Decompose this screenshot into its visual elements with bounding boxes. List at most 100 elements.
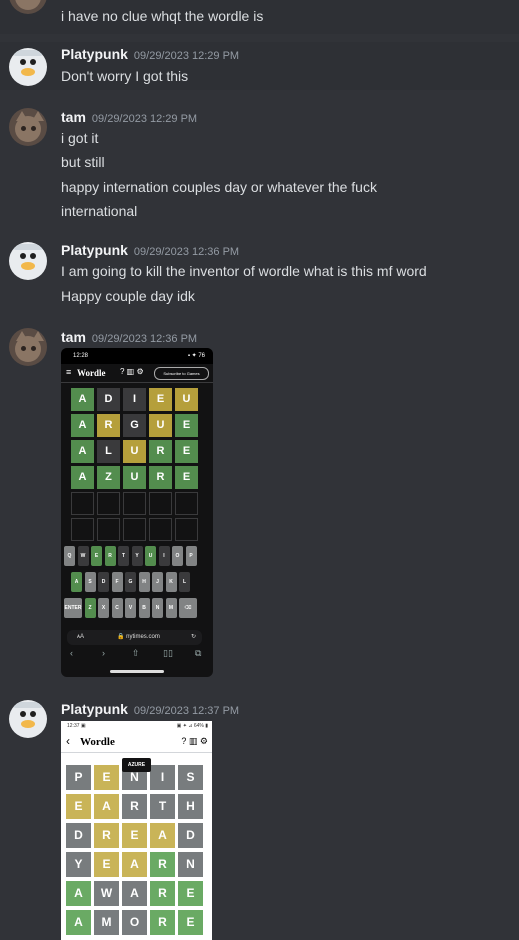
wordle-tile: W — [94, 881, 119, 906]
avatar[interactable] — [9, 328, 47, 366]
message: tam 09/29/2023 12:29 PM i got it but stil… — [0, 104, 519, 224]
wordle-tile: E — [175, 414, 198, 437]
forward-icon: › — [102, 648, 105, 658]
header-icons: ? ▥ ⚙ — [120, 367, 144, 376]
back-icon: ‹ — [70, 648, 73, 658]
keyboard-key: E — [91, 546, 102, 566]
keyboard-key: U — [145, 546, 156, 566]
wordle-tile: I — [123, 388, 146, 411]
wordle-tile: T — [150, 794, 175, 819]
keyboard-key: N — [152, 598, 163, 618]
keyboard-key: I — [158, 546, 170, 566]
wordle-tile: R — [149, 440, 172, 463]
keyboard-key: B — [138, 598, 150, 618]
keyboard-key: D — [98, 572, 109, 592]
keyboard-key: X — [98, 598, 109, 618]
wordle-tile: U — [149, 414, 172, 437]
timestamp: 09/29/2023 12:29 PM — [133, 50, 240, 62]
url-text: 🔒 nytimes.com — [117, 634, 160, 640]
wordle-tile: R — [150, 910, 175, 935]
text-size-icon: ᴀA — [77, 634, 84, 640]
keyboard-key: V — [125, 598, 136, 618]
wordle-tile: A — [71, 440, 94, 463]
wordle-tile — [123, 518, 146, 541]
wordle-tile: E — [122, 823, 147, 848]
message: Platypunk 09/29/2023 12:36 PM I am going … — [0, 238, 519, 310]
keyboard-key: W — [77, 546, 89, 566]
avatar[interactable] — [9, 108, 47, 146]
wordle-tile: D — [97, 388, 120, 411]
avatar[interactable] — [9, 242, 47, 280]
wordle-title: Wordle — [80, 736, 115, 748]
wordle-tile — [97, 492, 120, 515]
image-attachment-dark-wordle[interactable]: 12:28 ▪ ✦ 76 ≡ Wordle ? ▥ ⚙ Subscribe to… — [61, 348, 213, 677]
avatar[interactable] — [9, 700, 47, 738]
wordle-tile: L — [97, 440, 120, 463]
keyboard-key: P — [185, 546, 197, 566]
message: tam 09/29/2023 12:36 PM — [0, 324, 519, 366]
author-name[interactable]: Platypunk — [61, 46, 128, 62]
wordle-tile: U — [123, 440, 146, 463]
wordle-tile: A — [150, 823, 175, 848]
wordle-tile: A — [66, 881, 91, 906]
timestamp: 09/29/2023 12:36 PM — [91, 333, 198, 345]
image-attachment-light-wordle[interactable]: 12:37 ▣ ▣ ✦ ⊿ 64% ▮ ‹ Wordle ? ▥ ⚙ PENIS… — [61, 721, 212, 940]
wordle-tile: O — [122, 910, 147, 935]
wordle-tile: U — [175, 388, 198, 411]
reload-icon: ↻ — [190, 634, 196, 640]
keyboard-key: O — [172, 546, 183, 566]
wordle-tile — [71, 492, 94, 515]
wordle-tile: D — [178, 823, 203, 848]
share-icon: ⇧ — [132, 648, 140, 658]
wordle-tile: A — [66, 910, 91, 935]
wordle-tile — [149, 518, 172, 541]
wordle-tile: R — [150, 881, 175, 906]
avatar[interactable] — [9, 48, 47, 86]
wordle-tile: M — [94, 910, 119, 935]
wordle-tile: S — [178, 765, 203, 790]
wordle-tile: U — [123, 466, 146, 489]
wordle-header: ≡ Wordle ? ▥ ⚙ Subscribe to Games — [61, 364, 213, 383]
wordle-tile: R — [97, 414, 120, 437]
wordle-tile: A — [71, 414, 94, 437]
wordle-tile: H — [178, 794, 203, 819]
keyboard-key: R — [104, 546, 116, 566]
wordle-tile: E — [178, 881, 203, 906]
wordle-tile: E — [66, 794, 91, 819]
tabs-icon: ⧉ — [195, 648, 202, 658]
subscribe-button: Subscribe to Games — [154, 367, 209, 380]
message-text: I am going to kill the inventor of wordl… — [61, 263, 427, 279]
keyboard-key: K — [165, 572, 177, 592]
phone-status-bar: 12:37 ▣ ▣ ✦ ⊿ 64% ▮ — [61, 721, 212, 731]
wordle-tile — [71, 518, 94, 541]
author-name[interactable]: tam — [61, 109, 86, 125]
wordle-tile: I — [150, 765, 175, 790]
avatar[interactable] — [9, 0, 47, 14]
keyboard-key: S — [84, 572, 96, 592]
browser-nav: ‹ › ⇧ ▯▯ ⧉ — [61, 648, 213, 662]
wordle-tile: E — [178, 910, 203, 935]
message-text: i have no clue whqt the wordle is — [61, 8, 264, 24]
message: Platypunk 09/29/2023 12:29 PM Don't worry… — [0, 42, 519, 90]
wordle-tile: R — [149, 466, 172, 489]
keyboard-key: ⌫ — [179, 598, 197, 618]
author-name[interactable]: tam — [61, 329, 86, 345]
message-text: but still — [61, 154, 105, 170]
wordle-tile — [97, 518, 120, 541]
status-time: 12:37 ▣ — [67, 723, 86, 729]
author-name[interactable]: Platypunk — [61, 701, 128, 717]
keyboard-key: C — [111, 598, 123, 618]
keyboard-key: M — [165, 598, 177, 618]
wordle-tile: A — [71, 388, 94, 411]
message: i have no clue whqt the wordle is — [0, 0, 519, 34]
status-icons: ▣ ✦ ⊿ 64% ▮ — [176, 723, 208, 729]
keyboard-key: Y — [131, 546, 143, 566]
author-name[interactable]: Platypunk — [61, 242, 128, 258]
keyboard-key: F — [111, 572, 123, 592]
wordle-tile: A — [122, 852, 147, 877]
wordle-tile: R — [94, 823, 119, 848]
wordle-tile: E — [175, 466, 198, 489]
wordle-tile — [175, 518, 198, 541]
timestamp: 09/29/2023 12:37 PM — [133, 705, 240, 717]
wordle-tile: P — [66, 765, 91, 790]
